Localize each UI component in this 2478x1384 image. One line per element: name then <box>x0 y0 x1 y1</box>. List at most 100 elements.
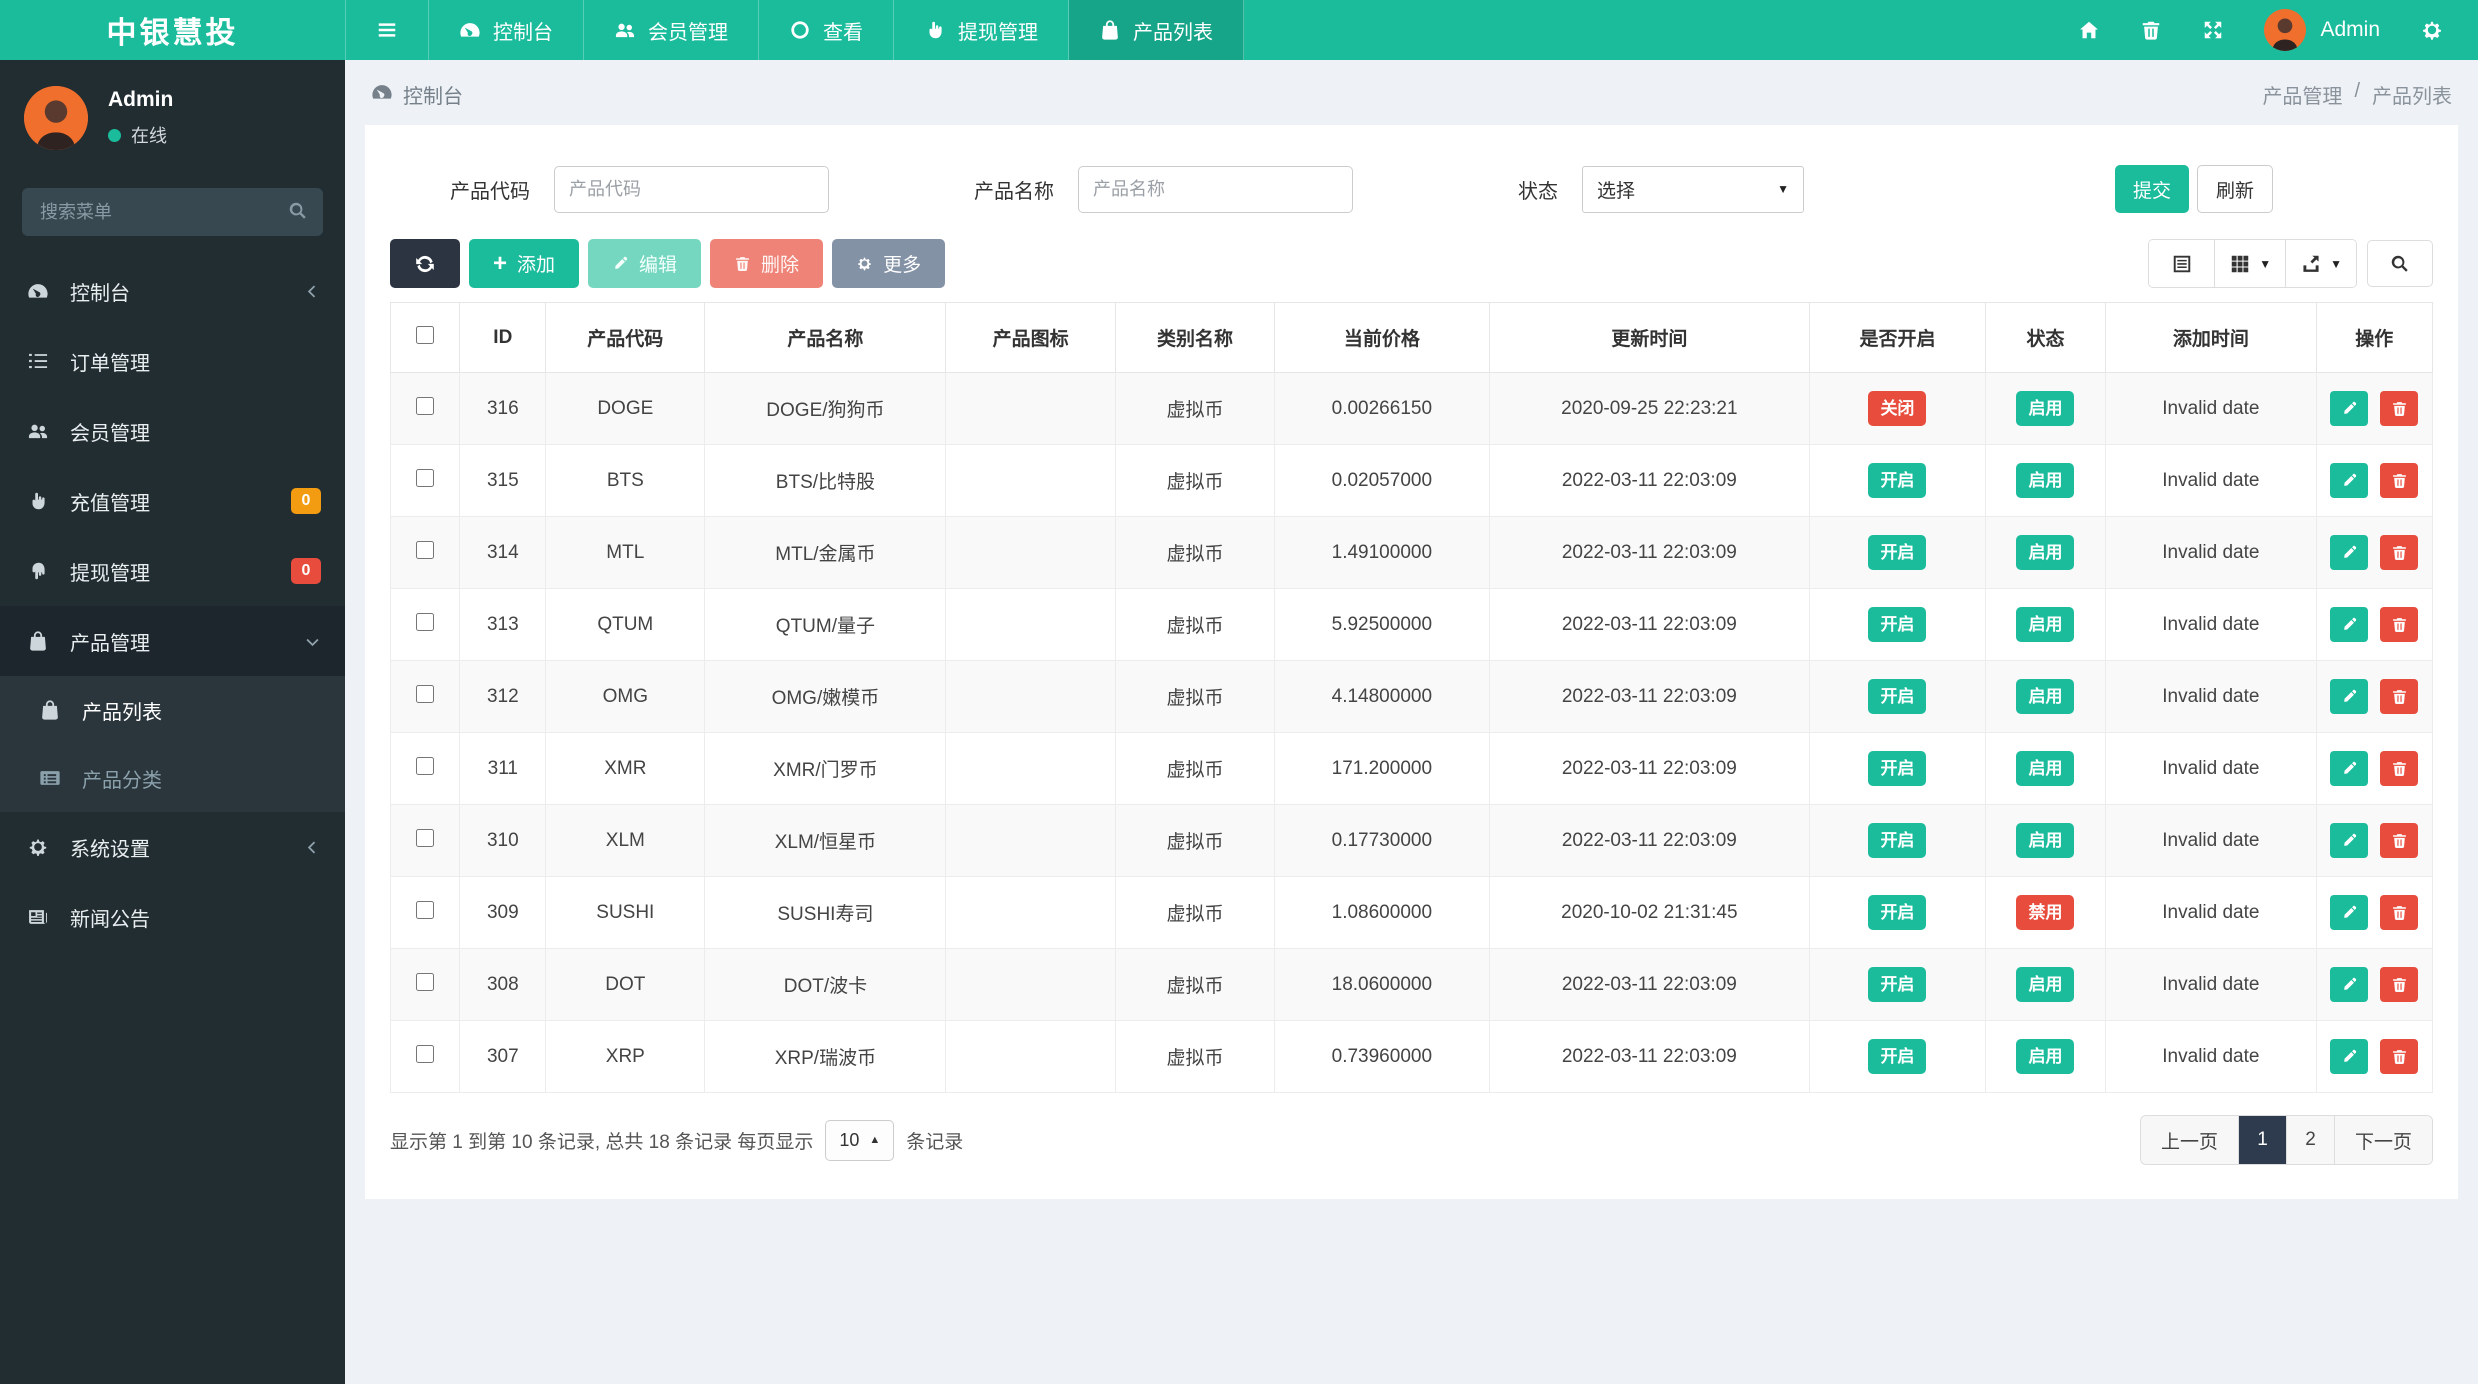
cell-name: DOGE/狗狗币 <box>704 372 947 445</box>
table-row[interactable]: 311 XMR XMR/门罗币 虚拟币 171.200000 2022-03-1… <box>389 732 2434 805</box>
sidebar-item-product-category[interactable]: 产品分类 <box>0 744 345 812</box>
row-delete-button[interactable] <box>2380 391 2419 426</box>
table-search-button[interactable] <box>2367 240 2433 287</box>
sidebar-item-withdraw[interactable]: 提现管理 0 <box>0 536 345 606</box>
row-delete-button[interactable] <box>2380 967 2419 1002</box>
edit-button-disabled[interactable]: 编辑 <box>588 239 702 288</box>
cell-id: 309 <box>459 876 547 949</box>
filter-form: 产品代码 产品名称 状态 选择 ▼ 提交 刷新 <box>365 151 2458 229</box>
row-delete-button[interactable] <box>2380 823 2419 858</box>
settings-gears-icon[interactable] <box>2420 18 2444 42</box>
withdraw-badge: 0 <box>291 558 321 584</box>
row-delete-button[interactable] <box>2380 1039 2419 1074</box>
cell-id: 308 <box>459 948 547 1021</box>
page-size-select[interactable]: 10 ▲ <box>825 1119 895 1161</box>
cell-id: 312 <box>459 660 547 733</box>
cell-name: XRP/瑞波币 <box>704 1020 947 1093</box>
col-actions: 操作 <box>2315 302 2434 373</box>
more-button[interactable]: 更多 <box>832 239 946 288</box>
table-row[interactable]: 316 DOGE DOGE/狗狗币 虚拟币 0.00266150 2020-09… <box>389 372 2434 445</box>
row-delete-button[interactable] <box>2380 535 2419 570</box>
row-edit-button[interactable] <box>2330 679 2369 714</box>
table-row[interactable]: 315 BTS BTS/比特股 虚拟币 0.02057000 2022-03-1… <box>389 444 2434 517</box>
cell-category: 虚拟币 <box>1114 588 1276 661</box>
hamburger-icon <box>376 19 398 41</box>
row-checkbox[interactable] <box>416 972 435 991</box>
search-icon[interactable] <box>287 200 309 227</box>
row-checkbox[interactable] <box>416 612 435 631</box>
row-checkbox[interactable] <box>416 396 435 415</box>
product-code-input[interactable] <box>554 165 829 213</box>
reload-button[interactable] <box>390 239 460 288</box>
page-2-button[interactable]: 2 <box>2286 1116 2335 1164</box>
trash-icon[interactable] <box>2140 19 2162 41</box>
row-edit-button[interactable] <box>2330 607 2369 642</box>
row-delete-button[interactable] <box>2380 679 2419 714</box>
nav-item-members[interactable]: 会员管理 <box>584 0 759 60</box>
nav-item-view[interactable]: 查看 <box>759 0 894 60</box>
row-checkbox[interactable] <box>416 468 435 487</box>
sidebar-search-input[interactable] <box>22 188 323 236</box>
row-delete-button[interactable] <box>2380 895 2419 930</box>
row-edit-button[interactable] <box>2330 895 2369 930</box>
brand-logo[interactable]: 中银慧投 <box>0 0 345 60</box>
page-1-button[interactable]: 1 <box>2238 1116 2287 1164</box>
prev-page-button[interactable]: 上一页 <box>2140 1116 2239 1164</box>
add-button[interactable]: + 添加 <box>469 239 580 288</box>
sidebar-item-recharge[interactable]: 充值管理 0 <box>0 466 345 536</box>
product-name-input[interactable] <box>1078 165 1353 213</box>
submit-button[interactable]: 提交 <box>2115 165 2189 213</box>
fullscreen-icon[interactable] <box>2202 19 2224 41</box>
columns-grid-icon <box>2231 255 2249 272</box>
row-delete-button[interactable] <box>2380 463 2419 498</box>
row-edit-button[interactable] <box>2330 391 2369 426</box>
row-edit-button[interactable] <box>2330 535 2369 570</box>
row-edit-button[interactable] <box>2330 751 2369 786</box>
pagination-toggle-button[interactable] <box>2149 240 2216 287</box>
table-row[interactable]: 308 DOT DOT/波卡 虚拟币 18.0600000 2022-03-11… <box>389 948 2434 1021</box>
row-edit-button[interactable] <box>2330 463 2369 498</box>
row-checkbox[interactable] <box>416 540 435 559</box>
table-row[interactable]: 313 QTUM QTUM/量子 虚拟币 5.92500000 2022-03-… <box>389 588 2434 661</box>
row-delete-button[interactable] <box>2380 607 2419 642</box>
table-row[interactable]: 310 XLM XLM/恒星币 虚拟币 0.17730000 2022-03-1… <box>389 804 2434 877</box>
next-page-button[interactable]: 下一页 <box>2334 1116 2432 1164</box>
sidebar-item-members[interactable]: 会员管理 <box>0 396 345 466</box>
row-edit-button[interactable] <box>2330 967 2369 1002</box>
table-row[interactable]: 309 SUSHI SUSHI寿司 虚拟币 1.08600000 2020-10… <box>389 876 2434 949</box>
sidebar-item-product-management[interactable]: 产品管理 <box>0 606 345 676</box>
select-all-checkbox[interactable] <box>416 325 435 344</box>
row-checkbox[interactable] <box>416 900 435 919</box>
breadcrumb-parent[interactable]: 产品管理 <box>2262 80 2342 109</box>
nav-item-products[interactable]: 产品列表 <box>1069 0 1244 60</box>
sidebar-item-news[interactable]: 新闻公告 <box>0 882 345 952</box>
row-checkbox[interactable] <box>416 1044 435 1063</box>
nav-item-withdraw[interactable]: 提现管理 <box>894 0 1069 60</box>
refresh-button[interactable]: 刷新 <box>2197 165 2273 213</box>
table-row[interactable]: 307 XRP XRP/瑞波币 虚拟币 0.73960000 2022-03-1… <box>389 1020 2434 1093</box>
row-edit-button[interactable] <box>2330 823 2369 858</box>
sidebar-item-system-settings[interactable]: 系统设置 <box>0 812 345 882</box>
row-checkbox[interactable] <box>416 756 435 775</box>
sidebar-item-dashboard[interactable]: 控制台 <box>0 256 345 326</box>
status-select[interactable]: 选择 ▼ <box>1582 165 1804 213</box>
row-checkbox[interactable] <box>416 684 435 703</box>
table-row[interactable]: 314 MTL MTL/金属币 虚拟币 1.49100000 2022-03-1… <box>389 516 2434 589</box>
nav-item-dashboard[interactable]: 控制台 <box>429 0 584 60</box>
table-row[interactable]: 312 OMG OMG/嫩模币 虚拟币 4.14800000 2022-03-1… <box>389 660 2434 733</box>
sidebar-item-product-list[interactable]: 产品列表 <box>0 676 345 744</box>
row-checkbox[interactable] <box>416 828 435 847</box>
delete-button-disabled[interactable]: 删除 <box>710 239 824 288</box>
columns-dropdown-button[interactable]: ▼ <box>2215 240 2287 287</box>
cell-added: Invalid date <box>2105 516 2317 589</box>
home-icon[interactable] <box>2078 19 2100 41</box>
search-icon <box>2391 255 2408 272</box>
export-dropdown-button[interactable]: ▼ <box>2286 240 2356 287</box>
breadcrumb-dashboard[interactable]: 控制台 <box>403 80 463 109</box>
row-delete-button[interactable] <box>2380 751 2419 786</box>
user-menu[interactable]: Admin <box>2264 9 2380 51</box>
pencil-icon <box>2343 833 2356 846</box>
sidebar-item-orders[interactable]: 订单管理 <box>0 326 345 396</box>
sidebar-toggle-button[interactable] <box>345 0 429 60</box>
row-edit-button[interactable] <box>2330 1039 2369 1074</box>
